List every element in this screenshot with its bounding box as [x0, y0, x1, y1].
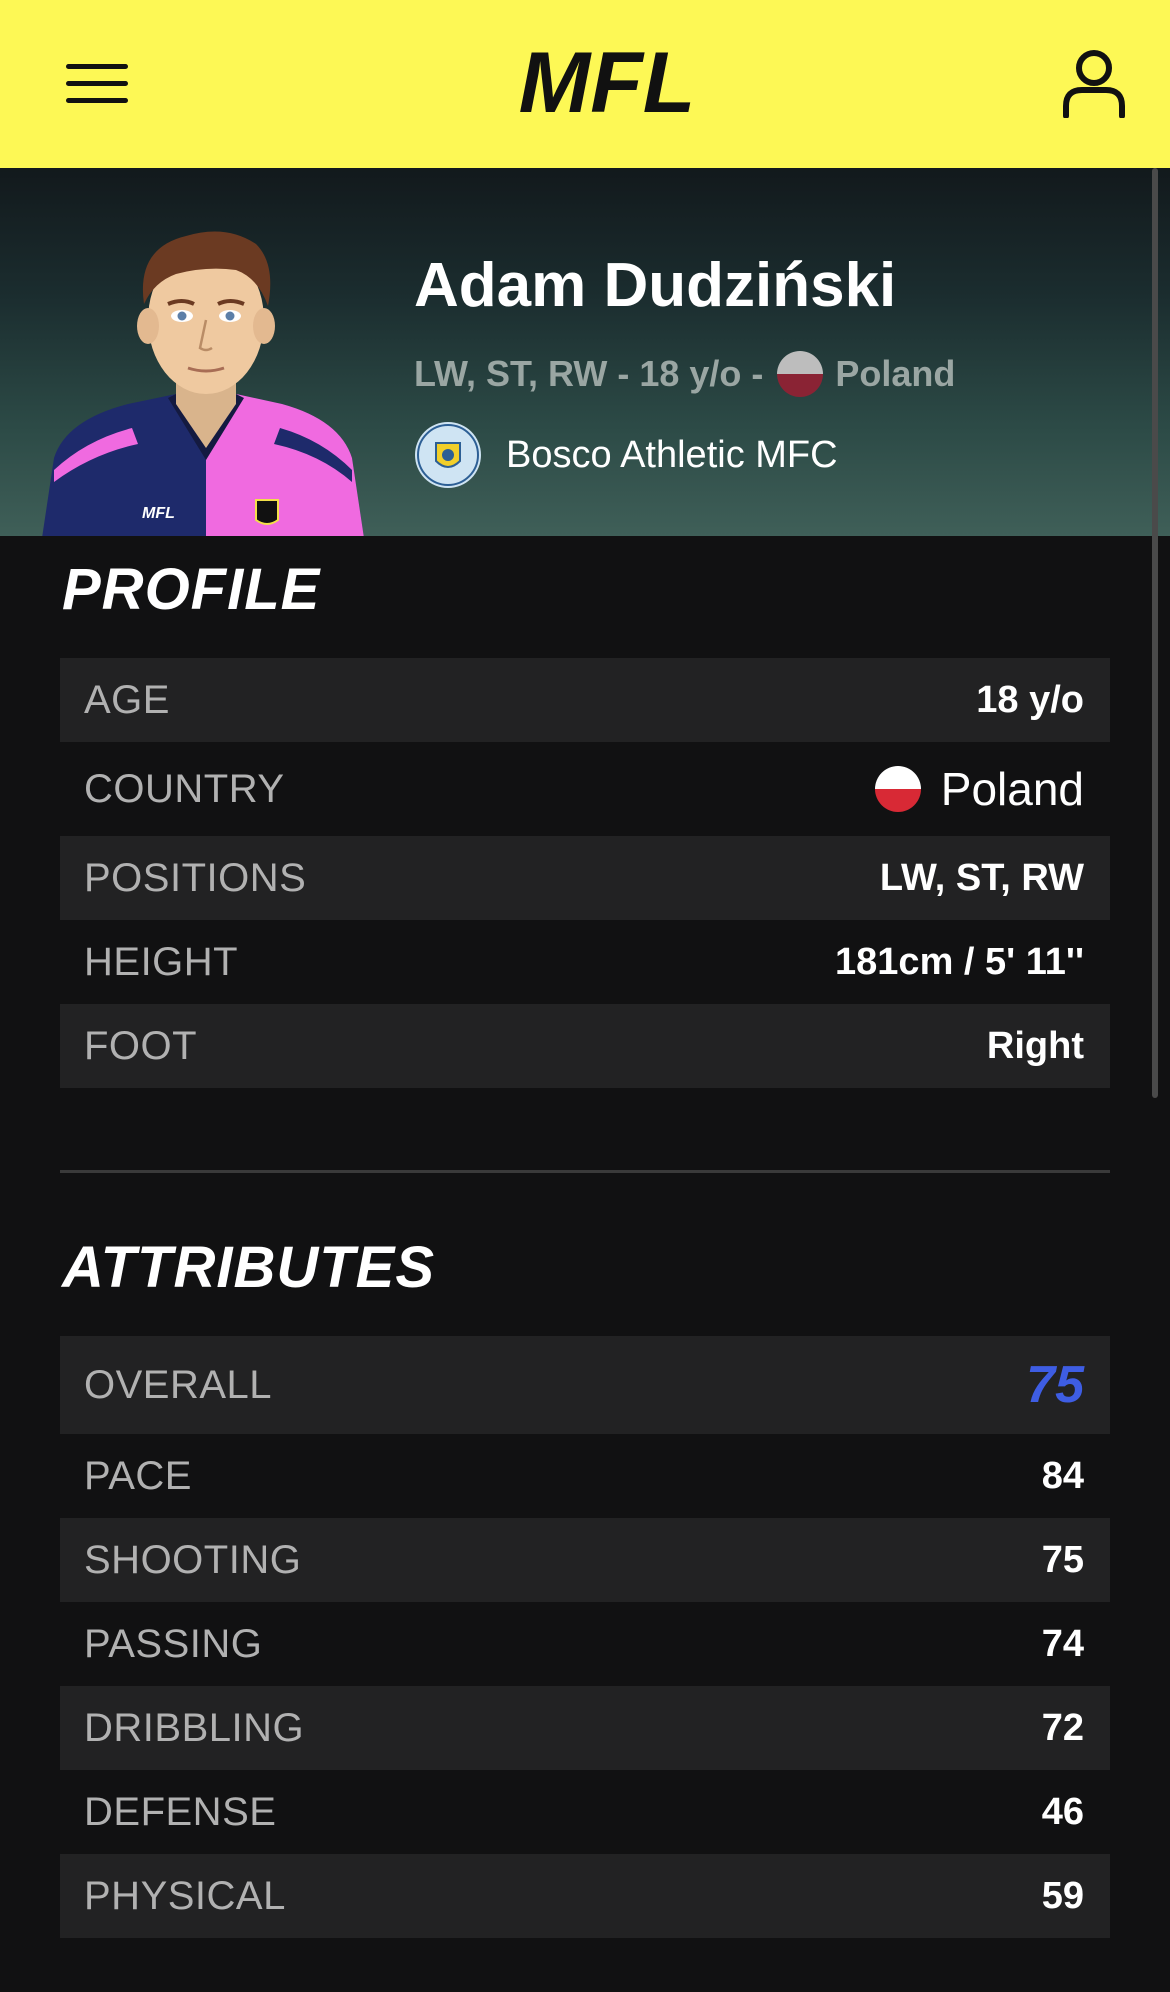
- attribute-value: 72: [1041, 1706, 1084, 1749]
- attribute-value: 75: [1041, 1538, 1084, 1581]
- attribute-label: PACE: [84, 1453, 192, 1498]
- player-summary: LW, ST, RW - 18 y/o - Poland: [414, 351, 955, 397]
- attributes-table: OVERALL 75 PACE 84 SHOOTING 75 PASSING 7…: [60, 1336, 1110, 1938]
- player-summary-positions: LW, ST, RW - 18 y/o -: [414, 353, 764, 394]
- attribute-value: 84: [1041, 1454, 1084, 1497]
- profile-row-height: HEIGHT 181cm / 5' 11'': [60, 920, 1110, 1004]
- attribute-label: OVERALL: [84, 1362, 273, 1407]
- club-name: Bosco Athletic MFC: [506, 433, 838, 476]
- poland-flag-icon: [874, 766, 921, 812]
- hamburger-menu-icon[interactable]: [66, 62, 128, 106]
- profile-row-age: AGE 18 y/o: [60, 658, 1110, 742]
- player-hero: MFL Adam Dudziński LW, ST, RW - 18 y/o -…: [0, 168, 1170, 536]
- profile-title: PROFILE: [62, 557, 321, 622]
- mfl-logo[interactable]: MFL: [500, 38, 714, 122]
- profile-row-foot: FOOT Right: [60, 1004, 1110, 1088]
- attribute-label: PHYSICAL: [84, 1873, 286, 1918]
- profile-row-positions: POSITIONS LW, ST, RW: [60, 836, 1110, 920]
- profile-label: HEIGHT: [84, 939, 239, 984]
- profile-label: COUNTRY: [84, 766, 285, 811]
- profile-value: 18 y/o: [976, 678, 1084, 721]
- attribute-label: DEFENSE: [84, 1789, 277, 1834]
- attribute-value: 46: [1041, 1790, 1084, 1833]
- country-name: Poland: [940, 763, 1084, 815]
- profile-label: AGE: [84, 677, 170, 722]
- top-bar: MFL: [0, 0, 1170, 168]
- attribute-row-defense: DEFENSE 46: [60, 1770, 1110, 1854]
- profile-label: FOOT: [84, 1023, 198, 1068]
- attribute-row-overall: OVERALL 75: [60, 1336, 1110, 1434]
- profile-value: Right: [986, 1024, 1084, 1067]
- profile-label: POSITIONS: [84, 855, 307, 900]
- player-avatar: MFL: [42, 231, 364, 536]
- attribute-label: SHOOTING: [84, 1537, 302, 1582]
- attribute-value: 59: [1041, 1874, 1084, 1917]
- scrollbar[interactable]: [1152, 168, 1158, 1098]
- attribute-value: 74: [1041, 1622, 1084, 1665]
- attribute-row-physical: PHYSICAL 59: [60, 1854, 1110, 1938]
- profile-row-country: COUNTRY Poland: [60, 742, 1110, 836]
- attribute-row-dribbling: DRIBBLING 72: [60, 1686, 1110, 1770]
- player-name: Adam Dudziński: [414, 251, 897, 320]
- player-summary-country: Poland: [835, 353, 956, 394]
- profile-value: LW, ST, RW: [879, 856, 1084, 899]
- club-link[interactable]: Bosco Athletic MFC: [414, 421, 838, 489]
- attribute-label: DRIBBLING: [84, 1705, 305, 1750]
- profile-value: 181cm / 5' 11'': [835, 940, 1084, 983]
- profile-table: AGE 18 y/o COUNTRY Poland POSITIONS LW, …: [60, 658, 1110, 1088]
- attribute-row-passing: PASSING 74: [60, 1602, 1110, 1686]
- section-divider: [60, 1170, 1110, 1173]
- attributes-title: ATTRIBUTES: [62, 1235, 436, 1300]
- attribute-row-pace: PACE 84: [60, 1434, 1110, 1518]
- jersey-logo-text: MFL: [142, 505, 175, 522]
- user-icon[interactable]: [1062, 48, 1126, 118]
- attribute-label: PASSING: [84, 1621, 263, 1666]
- profile-value: Poland: [874, 762, 1084, 816]
- attribute-row-shooting: SHOOTING 75: [60, 1518, 1110, 1602]
- club-badge-icon: [415, 422, 481, 488]
- logo-text: MFL: [519, 38, 696, 122]
- poland-flag-icon: [777, 351, 824, 397]
- overall-rating: 75: [1026, 1356, 1084, 1414]
